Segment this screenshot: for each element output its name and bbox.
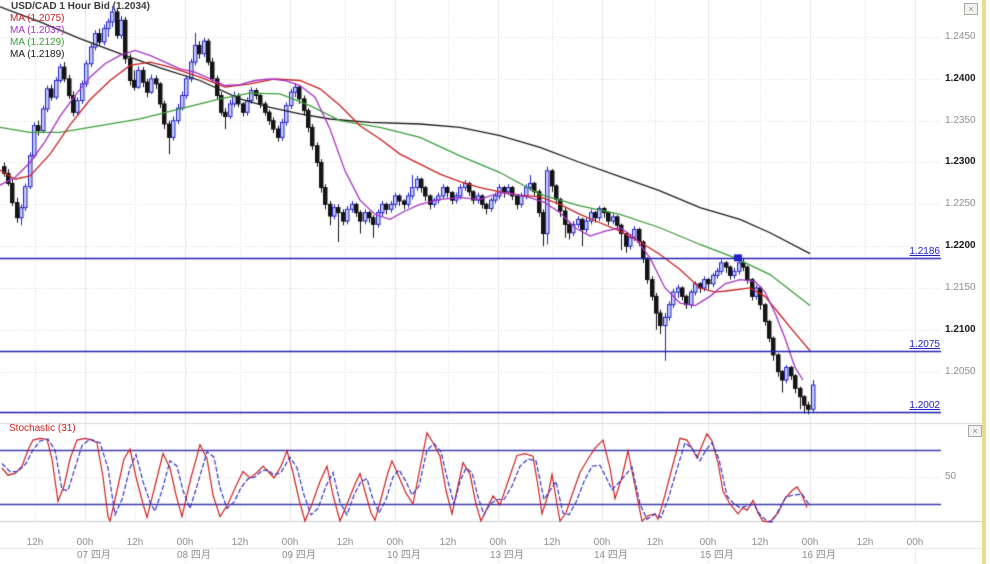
x-axis-hour-label: 12h — [336, 537, 354, 548]
x-axis-hour-label: 00h — [386, 537, 404, 548]
x-axis-date-label: 13 四月 — [490, 550, 524, 561]
y-axis-price-label: 1.2300 — [945, 156, 976, 168]
x-axis-hour-label: 00h — [76, 537, 94, 548]
y-axis-price-label: 1.2200 — [945, 240, 976, 252]
x-axis-date-label: 10 四月 — [387, 550, 421, 561]
price-level-label[interactable]: 1.2186 — [845, 246, 940, 257]
x-axis-hour-label: 12h — [231, 537, 249, 548]
x-axis-hour-label: 00h — [281, 537, 299, 548]
x-axis-hour-label: 12h — [751, 537, 769, 548]
price-chart-canvas[interactable] — [0, 0, 990, 564]
x-axis-hour-label: 12h — [856, 537, 874, 548]
x-axis-date-label: 07 四月 — [77, 550, 111, 561]
y-axis-price-label: 1.2250 — [945, 198, 976, 210]
x-axis-hour-label: 12h — [439, 537, 457, 548]
x-axis-hour-label: 12h — [126, 537, 144, 548]
y-axis-price-label: 1.2400 — [945, 72, 976, 84]
y-axis-price-label: 1.2350 — [945, 114, 976, 126]
x-axis-hour-label: 00h — [176, 537, 194, 548]
x-axis-date-label: 08 四月 — [177, 550, 211, 561]
x-axis-date-label: 15 四月 — [700, 550, 734, 561]
y-axis-price-label: 1.2150 — [945, 281, 976, 293]
x-axis-date-label: 14 四月 — [594, 550, 628, 561]
y-axis-price-label: 1.2050 — [945, 365, 976, 377]
price-level-label[interactable]: 1.2002 — [845, 400, 940, 411]
x-axis-hour-label: 00h — [906, 537, 924, 548]
ma-label-3: MA (1.2129) — [10, 37, 65, 48]
chart-title: USD/CAD 1 Hour Bid (1.2034) — [11, 1, 150, 12]
ma-label-2: MA (1.2037) — [10, 25, 65, 36]
window-edge-border — [982, 0, 986, 564]
x-axis-date-label: 09 四月 — [282, 550, 316, 561]
x-axis-hour-label: 12h — [26, 537, 44, 548]
x-axis-date-label: 16 四月 — [802, 550, 836, 561]
x-axis-hour-label: 12h — [646, 537, 664, 548]
x-axis-hour-label: 00h — [489, 537, 507, 548]
close-chart-icon[interactable]: × — [964, 3, 978, 15]
y-axis-price-label: 1.2450 — [945, 31, 976, 42]
close-indicator-icon[interactable]: × — [968, 425, 982, 437]
x-axis-hour-label: 00h — [699, 537, 717, 548]
ma-label-1: MA (1.2075) — [10, 13, 65, 24]
x-axis-hour-label: 12h — [543, 537, 561, 548]
price-level-label[interactable]: 1.2075 — [845, 339, 940, 350]
x-axis-hour-label: 00h — [801, 537, 819, 548]
stochastic-indicator-label: Stochastic (31) — [9, 423, 76, 434]
stochastic-mid-level-label: 50 — [945, 471, 957, 482]
x-axis-hour-label: 00h — [593, 537, 611, 548]
y-axis-price-label: 1.2100 — [945, 323, 976, 335]
ma-label-4: MA (1.2189) — [10, 49, 65, 60]
chart-window: 1.2450 1.2400 1.2350 1.2300 1.2250 1.2200 1.21… — [0, 0, 990, 564]
